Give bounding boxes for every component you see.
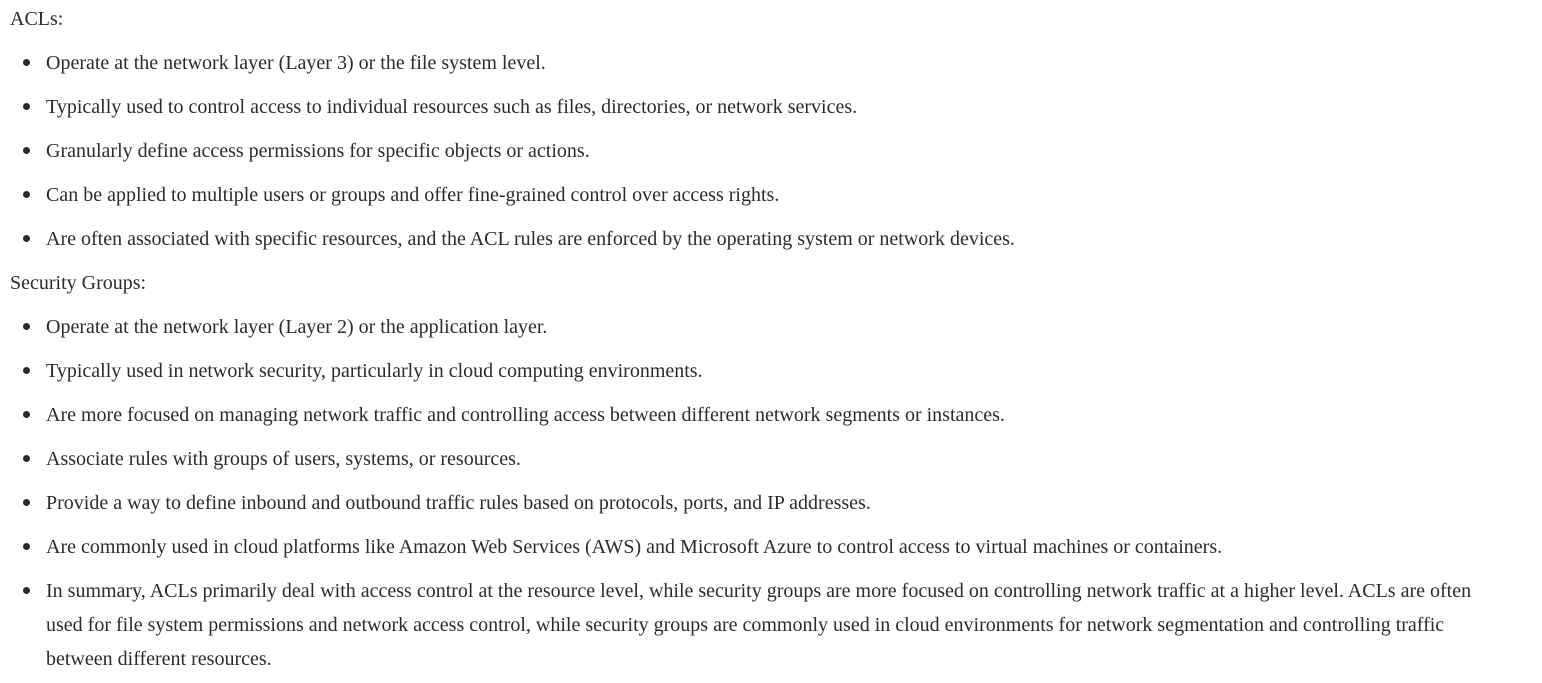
list-item: Associate rules with groups of users, sy…	[10, 442, 1506, 476]
list-item: Typically used in network security, part…	[10, 354, 1506, 388]
list-item: Operate at the network layer (Layer 2) o…	[10, 310, 1506, 344]
security-groups-list: Operate at the network layer (Layer 2) o…	[10, 310, 1542, 676]
list-item: Operate at the network layer (Layer 3) o…	[10, 46, 1506, 80]
list-item: Are often associated with specific resou…	[10, 222, 1506, 256]
list-item: Can be applied to multiple users or grou…	[10, 178, 1506, 212]
list-item: Provide a way to define inbound and outb…	[10, 486, 1506, 520]
list-item: In summary, ACLs primarily deal with acc…	[10, 574, 1506, 676]
acls-heading: ACLs:	[10, 8, 64, 30]
list-item: Are more focused on managing network tra…	[10, 398, 1506, 432]
list-item: Granularly define access permissions for…	[10, 134, 1506, 168]
list-item: Are commonly used in cloud platforms lik…	[10, 530, 1506, 564]
acls-list: Operate at the network layer (Layer 3) o…	[10, 46, 1542, 256]
list-item: Typically used to control access to indi…	[10, 90, 1506, 124]
document: ACLs: Operate at the network layer (Laye…	[0, 0, 1542, 683]
security-groups-heading: Security Groups:	[10, 272, 147, 294]
